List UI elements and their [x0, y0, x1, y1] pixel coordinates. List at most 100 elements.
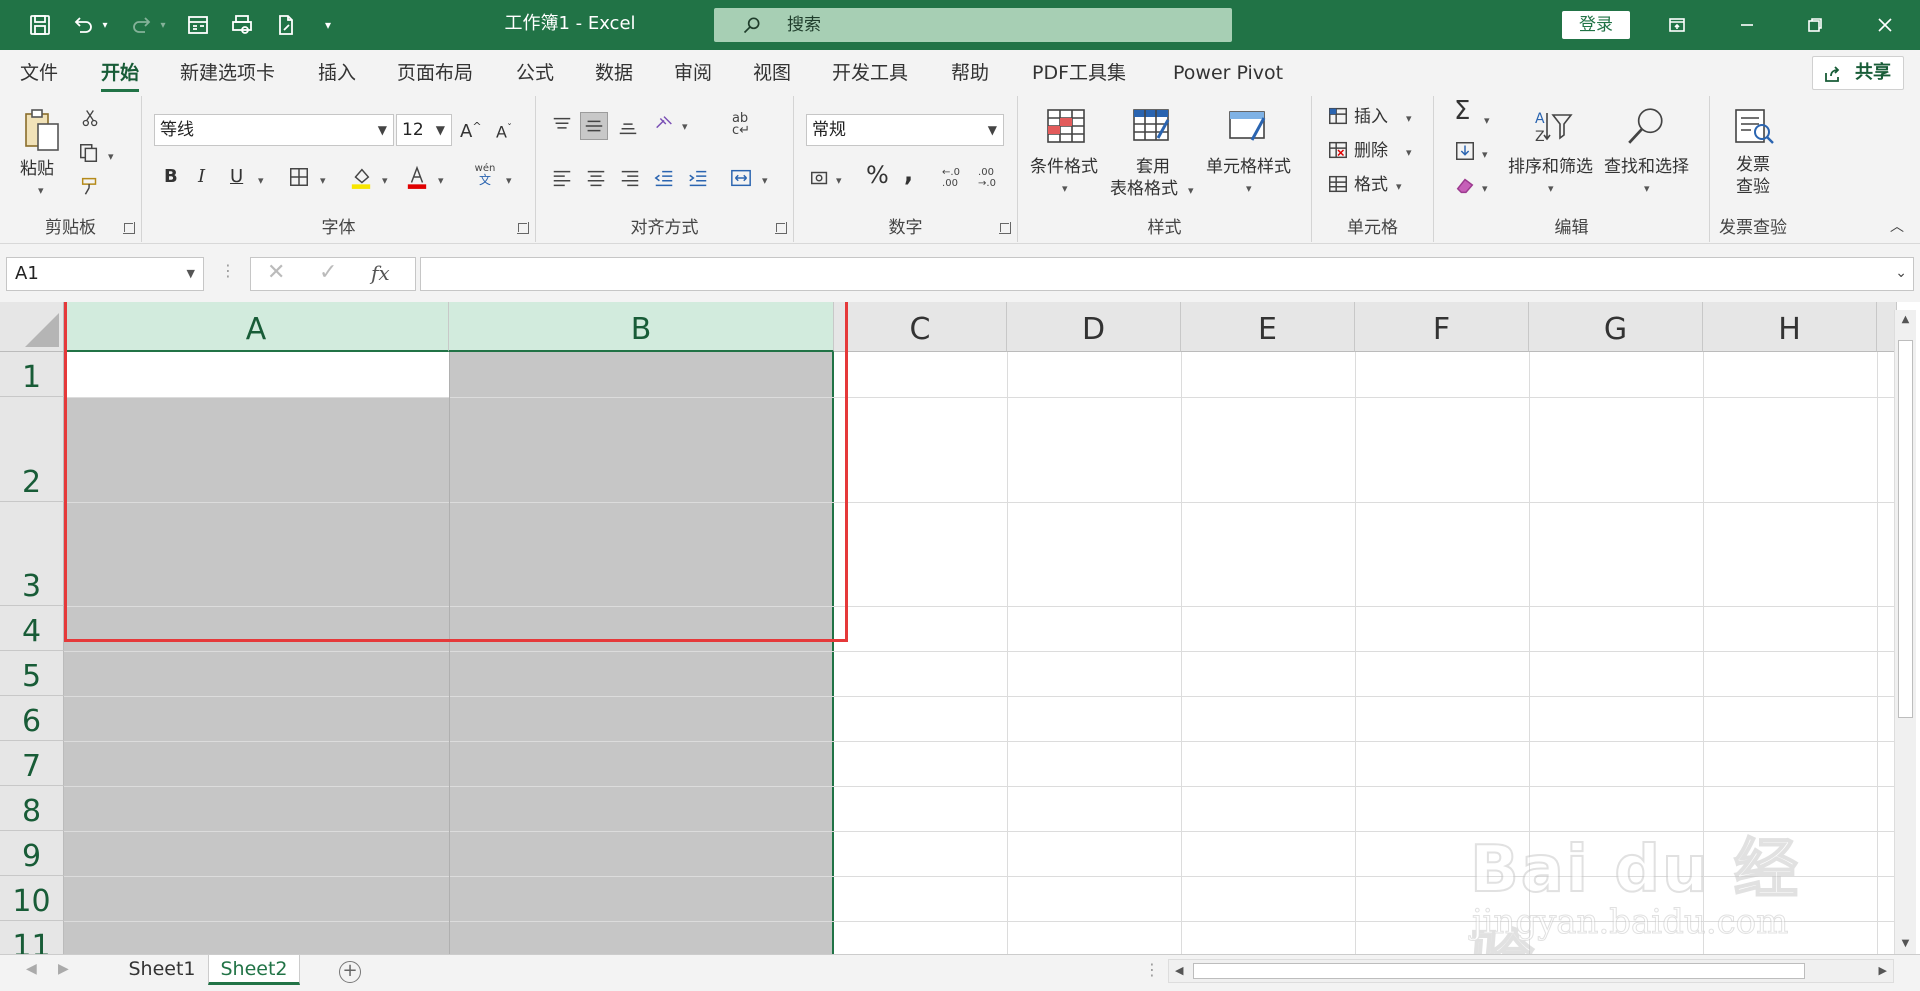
cell-styles-label[interactable]: 单元格样式: [1206, 156, 1291, 178]
invoice-check-label-2[interactable]: 查验: [1736, 176, 1770, 198]
conditional-dropdown-icon[interactable]: ▾: [1062, 178, 1068, 200]
row-header-3[interactable]: 3: [0, 502, 64, 606]
formula-input[interactable]: ⌄: [420, 257, 1914, 291]
fill-icon[interactable]: [1452, 138, 1478, 164]
redo-icon[interactable]: [128, 11, 156, 39]
wrap-text-icon[interactable]: ab c↵: [726, 110, 756, 140]
delete-cells-label[interactable]: 删除: [1354, 140, 1388, 162]
sort-filter-icon[interactable]: AZ: [1530, 104, 1576, 150]
align-top-icon[interactable]: [548, 112, 576, 140]
merge-center-icon[interactable]: [726, 164, 756, 192]
restore-icon[interactable]: [1800, 10, 1830, 40]
insert-function-button[interactable]: fx: [371, 262, 390, 284]
ribbon-display-options-icon[interactable]: [1662, 10, 1692, 40]
format-as-table-label-1[interactable]: 套用: [1136, 156, 1170, 178]
paste-label[interactable]: 粘贴: [20, 158, 54, 180]
percent-button[interactable]: %: [866, 163, 889, 187]
login-button[interactable]: 登录: [1562, 11, 1630, 39]
formula-bar-grip-icon[interactable]: ⋮: [220, 260, 236, 282]
invoice-check-icon[interactable]: [1730, 104, 1778, 148]
font-launcher-icon[interactable]: [517, 222, 529, 234]
row-header-9[interactable]: 9: [0, 831, 64, 876]
number-launcher-icon[interactable]: [999, 222, 1011, 234]
form-icon[interactable]: [184, 11, 212, 39]
phonetic-dropdown-icon[interactable]: ▾: [506, 170, 512, 192]
align-left-icon[interactable]: [548, 164, 576, 192]
close-icon[interactable]: [1870, 10, 1900, 40]
clear-dropdown-icon[interactable]: ▾: [1482, 178, 1488, 200]
name-box[interactable]: A1 ▼: [6, 257, 204, 291]
tab-split-grip-icon[interactable]: ⋮: [1144, 959, 1160, 981]
cell-styles-icon[interactable]: [1226, 106, 1270, 146]
tab-page-layout[interactable]: 页面布局: [397, 60, 473, 86]
decrease-decimal-icon[interactable]: .00 →.0: [972, 162, 1002, 194]
document-icon[interactable]: [272, 11, 300, 39]
clipboard-launcher-icon[interactable]: [123, 222, 135, 234]
row-header-1[interactable]: 1: [0, 352, 64, 397]
undo-dropdown-icon[interactable]: ▾: [98, 11, 112, 39]
fill-dropdown-icon[interactable]: ▾: [1482, 144, 1488, 166]
align-right-icon[interactable]: [616, 164, 644, 192]
minimize-icon[interactable]: [1732, 10, 1762, 40]
row-header-10[interactable]: 10: [0, 876, 64, 921]
column-header-c[interactable]: C: [834, 302, 1007, 352]
decrease-font-icon[interactable]: Aˇ: [496, 118, 512, 143]
tab-data[interactable]: 数据: [595, 60, 633, 86]
cell-styles-dropdown-icon[interactable]: ▾: [1246, 178, 1252, 200]
column-header-e[interactable]: E: [1181, 302, 1355, 352]
align-center-icon[interactable]: [582, 164, 610, 192]
tab-view[interactable]: 视图: [753, 60, 791, 86]
insert-cells-label[interactable]: 插入: [1354, 106, 1388, 128]
row-header-7[interactable]: 7: [0, 741, 64, 786]
find-select-icon[interactable]: [1622, 102, 1670, 150]
accounting-format-icon[interactable]: [806, 164, 834, 192]
horizontal-scrollbar[interactable]: ◀ ▶: [1168, 959, 1894, 983]
alignment-launcher-icon[interactable]: [775, 222, 787, 234]
underline-dropdown-icon[interactable]: ▾: [258, 170, 264, 192]
accounting-dropdown-icon[interactable]: ▾: [836, 170, 842, 192]
align-middle-icon[interactable]: [580, 112, 608, 140]
format-cells-label[interactable]: 格式: [1354, 174, 1388, 196]
conditional-formatting-label[interactable]: 条件格式: [1030, 156, 1098, 178]
column-header-g[interactable]: G: [1529, 302, 1703, 352]
copy-dropdown-icon[interactable]: ▾: [108, 146, 114, 168]
scroll-down-icon[interactable]: ▼: [1898, 936, 1913, 952]
scroll-tabs-right-icon[interactable]: ▶: [58, 961, 69, 977]
add-sheet-icon[interactable]: +: [339, 961, 361, 983]
table-format-dropdown-icon[interactable]: ▾: [1188, 180, 1194, 202]
search-input[interactable]: 搜索: [714, 8, 1232, 42]
sort-filter-dropdown-icon[interactable]: ▾: [1548, 178, 1554, 200]
font-size-select[interactable]: 12 ▼: [396, 114, 452, 146]
paste-dropdown-icon[interactable]: ▾: [38, 180, 44, 202]
copy-icon[interactable]: [76, 140, 102, 166]
conditional-formatting-icon[interactable]: [1044, 106, 1088, 146]
merge-dropdown-icon[interactable]: ▾: [762, 170, 768, 192]
insert-cells-icon[interactable]: [1326, 104, 1350, 128]
clear-icon[interactable]: [1452, 172, 1478, 198]
customize-toolbar-icon[interactable]: ▾: [314, 11, 342, 39]
tab-review[interactable]: 审阅: [674, 60, 712, 86]
delete-cells-icon[interactable]: [1326, 138, 1350, 162]
tab-formulas[interactable]: 公式: [516, 60, 554, 86]
tab-file[interactable]: 文件: [20, 60, 58, 86]
tab-help[interactable]: 帮助: [951, 60, 989, 86]
cancel-icon[interactable]: ✕: [267, 262, 285, 284]
sheet-tab-sheet1[interactable]: Sheet1: [116, 955, 208, 985]
borders-icon[interactable]: [286, 164, 312, 190]
row-header-11[interactable]: 11: [0, 921, 64, 954]
row-header-8[interactable]: 8: [0, 786, 64, 831]
format-painter-icon[interactable]: [78, 174, 102, 198]
underline-button[interactable]: U: [230, 166, 243, 188]
row-header-6[interactable]: 6: [0, 696, 64, 741]
phonetic-icon[interactable]: wén 文: [468, 160, 502, 190]
italic-button[interactable]: I: [198, 166, 205, 188]
column-header-f[interactable]: F: [1355, 302, 1529, 352]
column-header-d[interactable]: D: [1007, 302, 1181, 352]
expand-formula-icon[interactable]: ⌄: [1895, 262, 1907, 284]
find-select-dropdown-icon[interactable]: ▾: [1644, 178, 1650, 200]
vertical-scroll-thumb[interactable]: [1898, 340, 1913, 718]
save-icon[interactable]: [26, 11, 54, 39]
bold-button[interactable]: B: [164, 166, 178, 188]
tab-power-pivot[interactable]: Power Pivot: [1173, 60, 1283, 86]
scroll-left-icon[interactable]: ◀: [1175, 960, 1183, 982]
